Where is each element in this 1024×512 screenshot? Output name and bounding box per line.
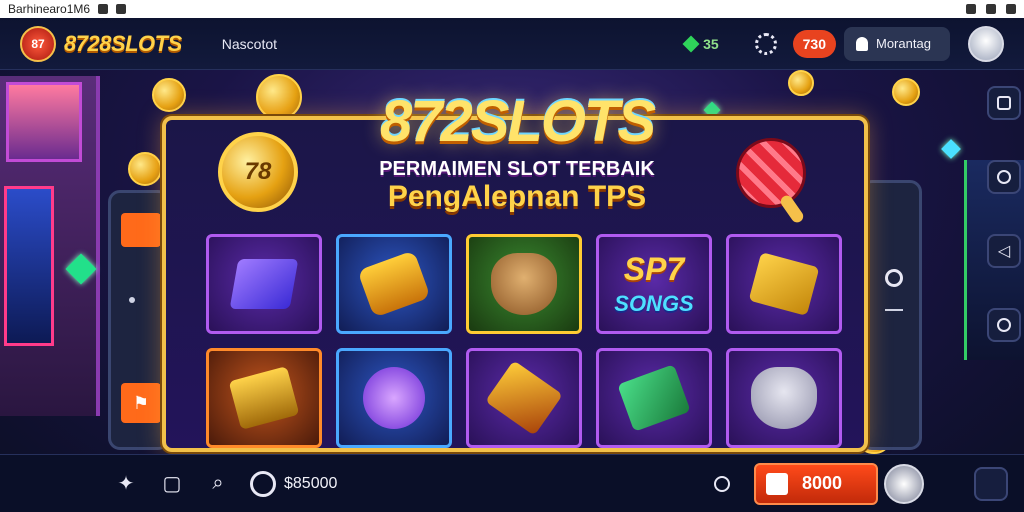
rail-chat-button[interactable] — [987, 160, 1021, 194]
search-icon — [997, 318, 1011, 332]
game-tile[interactable] — [206, 234, 322, 334]
side-device-left: ⚑ — [108, 190, 170, 450]
coin-decoration — [892, 78, 920, 106]
rail-back-button[interactable]: ◁ — [987, 234, 1021, 268]
bear-art-icon — [491, 253, 557, 315]
game-tile[interactable]: SP7 SONGS — [596, 234, 712, 334]
arcade-screen — [6, 82, 82, 162]
hero-title-block: 872SLOTS PERMAIMEN SLOT TERBAIK PengAlep… — [162, 89, 868, 236]
puzzle-icon[interactable]: ✦ — [114, 472, 138, 496]
game-tile[interactable] — [726, 348, 842, 448]
wallet-amount: $85000 — [284, 474, 338, 492]
gem-decoration — [941, 139, 961, 159]
cat-art-icon — [751, 367, 817, 429]
system-status-bar: Barhinearo1M6 — [0, 0, 1024, 18]
user-label: Morantag — [876, 36, 931, 51]
notification-icon — [98, 4, 109, 14]
rail-window-button[interactable] — [987, 86, 1021, 120]
orb-art-icon — [363, 367, 425, 429]
ticket-art-icon — [357, 250, 431, 318]
nav-link[interactable]: Nascotot — [222, 36, 277, 52]
game-tile[interactable] — [336, 234, 452, 334]
brand-title[interactable]: 8728SLOTS — [64, 31, 182, 57]
brand-logo-icon[interactable]: 87 — [20, 25, 56, 62]
side-flag-button[interactable]: ⚑ — [121, 383, 161, 423]
refresh-icon[interactable] — [754, 32, 777, 55]
arcade-machine-left — [0, 76, 100, 416]
gem-counter[interactable]: 35 — [682, 35, 719, 52]
carrier-text: Barhinearo1M6 — [8, 2, 91, 16]
app-root: Barhinearo1M6 87 8728SLOTS Nascotot 35 7… — [0, 0, 1024, 512]
tile-title: SP7 — [623, 251, 685, 287]
wallet-icon — [766, 472, 788, 495]
balance-button[interactable]: 8000 — [754, 462, 878, 505]
menu-button[interactable] — [974, 466, 1008, 501]
card-art-icon — [229, 259, 299, 309]
gold-bar-art-icon — [228, 366, 300, 430]
coin-decoration — [788, 70, 814, 96]
user-icon — [856, 36, 868, 51]
side-device-right — [860, 180, 922, 450]
gem-count: 35 — [703, 35, 719, 52]
game-tile[interactable] — [466, 234, 582, 334]
side-action-button[interactable] — [121, 213, 161, 247]
player-avatar[interactable] — [884, 463, 924, 504]
game-tile[interactable] — [466, 348, 582, 448]
signal-icon — [986, 4, 996, 14]
side-dot — [129, 297, 135, 303]
crossed-gold-art-icon — [485, 360, 563, 436]
hero-title: 872SLOTS — [379, 89, 656, 154]
treasure-art-icon — [748, 252, 820, 316]
right-nav-rail: ◁ — [984, 86, 1024, 466]
game-grid: SP7 SONGS — [206, 234, 842, 448]
coin-decoration — [152, 78, 186, 112]
game-tile[interactable] — [336, 348, 452, 448]
hero-subtitle: PERMAIMEN SLOT TERBAIK — [379, 158, 655, 180]
battery-icon — [1006, 4, 1016, 14]
top-app-bar: 87 8728SLOTS Nascotot 35 730 Morantag — [0, 18, 1024, 70]
wifi-icon — [966, 4, 976, 14]
settings-icon — [116, 4, 127, 14]
coin-icon — [250, 470, 276, 497]
tile-subtitle: SONGS — [614, 291, 694, 316]
coins-badge[interactable]: 730 — [792, 29, 836, 58]
search-icon[interactable]: ⌕ — [206, 472, 230, 496]
status-icons — [966, 4, 1016, 14]
hero-tagline: PengAlepnan TPS — [387, 180, 647, 213]
home-ring-icon[interactable] — [885, 269, 903, 287]
user-menu-button[interactable]: Morantag — [844, 26, 950, 61]
game-tile[interactable] — [206, 348, 322, 448]
arcade-screen-lower — [4, 186, 54, 346]
chat-icon — [997, 170, 1011, 184]
document-icon[interactable]: ▢ — [160, 472, 184, 496]
green-card-art-icon — [617, 364, 691, 432]
coin-decoration — [256, 74, 302, 120]
balance-value: 8000 — [802, 473, 843, 493]
rail-search-button[interactable] — [987, 308, 1021, 342]
window-icon — [997, 96, 1011, 110]
gem-icon — [682, 35, 700, 52]
side-dash — [885, 309, 903, 311]
game-tile[interactable] — [596, 348, 712, 448]
bottom-nav-bar: ✦ ▢ ⌕ $85000 8000 — [0, 454, 1024, 512]
game-tile[interactable] — [726, 234, 842, 334]
info-icon[interactable] — [714, 475, 730, 492]
coin-decoration — [128, 152, 162, 186]
back-arrow-icon: ◁ — [997, 243, 1011, 260]
profile-avatar[interactable] — [968, 25, 1004, 62]
